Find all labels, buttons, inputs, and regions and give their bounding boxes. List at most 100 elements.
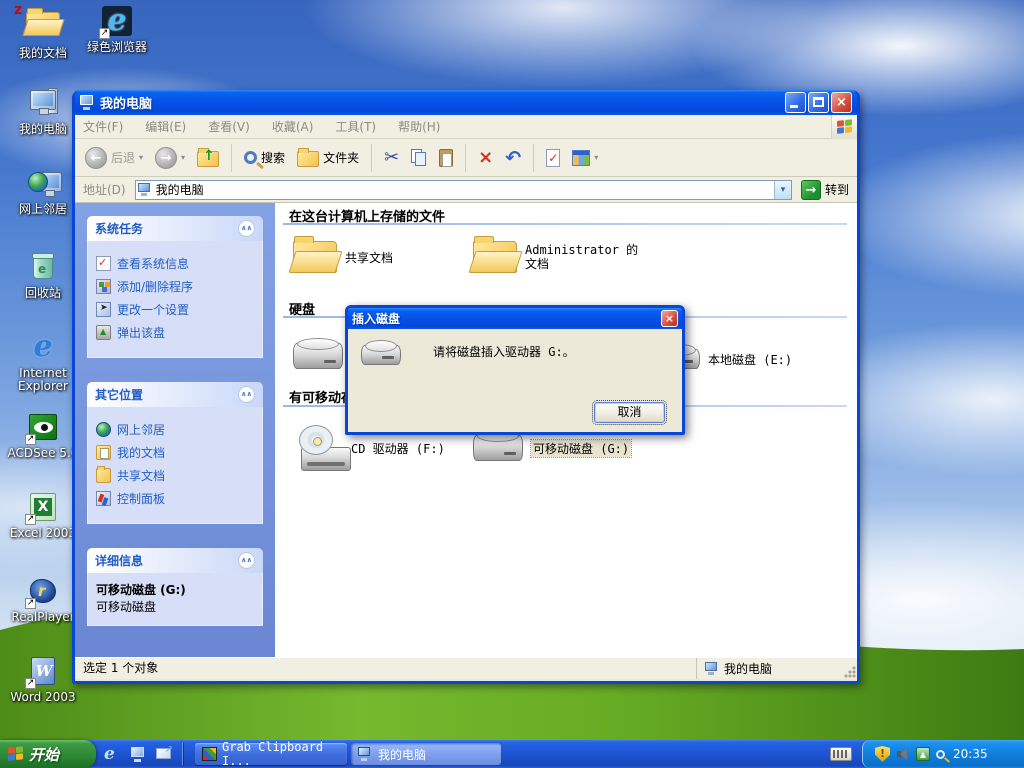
cut-button[interactable]: ✂ — [380, 145, 403, 170]
windows-flag-icon — [8, 746, 24, 762]
item-hard-disk[interactable] — [293, 343, 343, 369]
collapse-chevron-icon[interactable]: ∧∧ — [238, 552, 255, 569]
eject-disk-icon — [96, 325, 111, 340]
place-shared-documents[interactable]: 共享文档 — [96, 467, 254, 484]
address-label: 地址(D) — [79, 181, 130, 198]
menu-help[interactable]: 帮助(H) — [398, 118, 440, 135]
folder-icon — [473, 241, 517, 273]
task-button-my-computer[interactable]: 我的电脑 — [351, 743, 501, 765]
place-control-panel[interactable]: 控制面板 — [96, 490, 254, 507]
system-tasks-header[interactable]: 系统任务 ∧∧ — [87, 216, 263, 241]
shortcut-arrow-icon: ↗ — [25, 514, 36, 525]
task-button-grab-clipboard[interactable]: Grab Clipboard I... — [195, 743, 347, 765]
input-method-keyboard-icon[interactable] — [830, 747, 852, 761]
close-button[interactable]: × — [831, 92, 852, 113]
my-computer-icon — [705, 662, 719, 675]
security-shield-icon[interactable]: ! — [875, 746, 890, 762]
search-button[interactable]: 搜索 — [240, 147, 289, 168]
details-header[interactable]: 详细信息 ∧∧ — [87, 548, 263, 573]
toolbar-separator — [465, 144, 466, 172]
address-dropdown-icon[interactable]: ▾ — [774, 181, 791, 199]
address-bar: 地址(D) 我的电脑 ▾ → 转到 — [75, 177, 857, 203]
dialog-message: 请将磁盘插入驱动器 G:。 — [433, 343, 575, 360]
up-button[interactable]: ↑ — [193, 146, 223, 169]
menu-file[interactable]: 文件(F) — [83, 118, 123, 135]
back-button[interactable]: ← 后退 ▾ — [81, 145, 147, 171]
taskbar: 开始 e Grab Clipboard I... 我的电脑 ! ▲ 20:35 — [0, 740, 1024, 768]
clock: 20:35 — [953, 747, 988, 761]
other-places-header[interactable]: 其它位置 ∧∧ — [87, 382, 263, 407]
maximize-button[interactable] — [808, 92, 829, 113]
views-dropdown-icon[interactable]: ▾ — [594, 153, 598, 162]
delete-button[interactable]: × — [474, 145, 497, 170]
place-network[interactable]: 网上邻居 — [96, 421, 254, 438]
recycle-bin-icon: e — [26, 252, 60, 284]
delete-icon: × — [478, 147, 493, 168]
show-desktop-icon[interactable] — [130, 745, 148, 763]
green-browser-icon: e ↗ — [100, 6, 134, 38]
go-arrow-icon: → — [801, 180, 821, 200]
task-add-remove-programs[interactable]: 添加/删除程序 — [96, 278, 254, 295]
window-title: 我的电脑 — [100, 93, 785, 112]
collapse-chevron-icon[interactable]: ∧∧ — [238, 386, 255, 403]
check-document-icon — [546, 149, 560, 167]
magnifier-tray-icon[interactable] — [936, 750, 945, 759]
address-input[interactable]: 我的电脑 ▾ — [135, 180, 792, 200]
minimize-button[interactable] — [785, 92, 806, 113]
status-selection: 选定 1 个对象 — [75, 658, 697, 679]
volume-icon[interactable] — [896, 747, 910, 761]
shortcut-arrow-icon: ↗ — [25, 598, 36, 609]
menu-view[interactable]: 查看(V) — [208, 118, 250, 135]
dialog-titlebar[interactable]: 插入磁盘 × — [348, 308, 682, 329]
other-places-panel: 其它位置 ∧∧ 网上邻居 我的文档 共享文档 控制面板 — [87, 382, 263, 524]
item-shared-documents[interactable]: 共享文档 — [293, 241, 393, 273]
my-computer-icon — [138, 183, 152, 196]
place-my-documents[interactable]: 我的文档 — [96, 444, 254, 461]
system-info-icon — [96, 256, 111, 271]
menu-edit[interactable]: 编辑(E) — [145, 118, 186, 135]
views-button[interactable]: ▾ — [568, 148, 602, 168]
copy-button[interactable] — [407, 147, 431, 169]
item-removable-disk-g[interactable]: 可移动磁盘 (G:) — [473, 435, 631, 461]
desktop-icon-green-browser[interactable]: e ↗ 绿色浏览器 — [74, 6, 160, 54]
menu-bar: 文件(F) 编辑(E) 查看(V) 收藏(A) 工具(T) 帮助(H) — [75, 115, 857, 139]
back-dropdown-icon[interactable]: ▾ — [139, 153, 143, 162]
dialog-close-button[interactable]: × — [661, 310, 678, 327]
internet-explorer-icon: e — [26, 332, 60, 364]
shortcut-arrow-icon: ↗ — [25, 678, 36, 689]
item-administrator-documents[interactable]: Administrator 的文档 — [473, 241, 647, 273]
quick-launch-mail-icon[interactable] — [156, 745, 174, 763]
up-folder-icon: ↑ — [197, 151, 219, 167]
forward-dropdown-icon[interactable]: ▾ — [181, 153, 185, 162]
cancel-button[interactable]: 取消 — [594, 402, 665, 423]
collapse-chevron-icon[interactable]: ∧∧ — [238, 220, 255, 237]
grab-clipboard-icon — [202, 747, 217, 761]
change-setting-icon — [96, 302, 111, 317]
status-location: 我的电脑 — [697, 658, 857, 679]
folders-button[interactable]: 文件夹 — [293, 146, 363, 169]
quick-launch-ie-icon[interactable]: e — [104, 745, 122, 763]
menu-favorites[interactable]: 收藏(A) — [272, 118, 314, 135]
taskbar-separator — [182, 743, 183, 765]
resize-grip[interactable] — [843, 665, 856, 678]
task-view-system-info[interactable]: 查看系统信息 — [96, 255, 254, 272]
window-titlebar[interactable]: 我的电脑 × — [75, 90, 857, 115]
windows-logo-icon — [831, 115, 857, 139]
shortcut-arrow-icon: ↗ — [25, 434, 36, 445]
forward-button[interactable]: → ▾ — [151, 145, 189, 171]
undo-icon: ↶ — [505, 147, 521, 169]
go-button[interactable]: → 转到 — [797, 180, 853, 200]
dialog-title: 插入磁盘 — [352, 310, 661, 327]
undo-button[interactable]: ↶ — [501, 145, 525, 171]
menu-tools[interactable]: 工具(T) — [335, 118, 376, 135]
task-eject-disk[interactable]: 弹出该盘 — [96, 324, 254, 341]
cut-icon: ✂ — [384, 147, 399, 168]
safely-remove-hardware-icon[interactable]: ▲ — [916, 747, 930, 761]
copy-icon — [411, 149, 427, 167]
system-tray: ! ▲ 20:35 — [862, 740, 1024, 768]
task-change-setting[interactable]: 更改一个设置 — [96, 301, 254, 318]
paste-button[interactable] — [435, 147, 457, 169]
sync-button[interactable] — [542, 147, 564, 169]
start-button[interactable]: 开始 — [0, 740, 96, 768]
realplayer-icon: r ↗ — [26, 576, 60, 608]
